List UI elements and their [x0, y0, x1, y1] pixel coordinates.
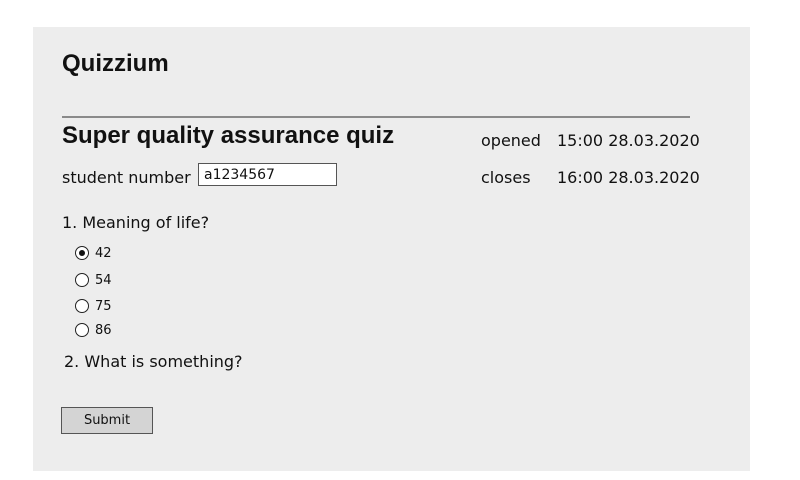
- question-1-option-86[interactable]: 86: [75, 322, 112, 338]
- app-title: Quizzium: [62, 50, 169, 77]
- closes-label: closes: [481, 168, 531, 187]
- opened-value: 15:00 28.03.2020: [557, 131, 700, 150]
- submit-button[interactable]: Submit: [61, 407, 153, 434]
- opened-label: opened: [481, 131, 541, 150]
- closes-value: 16:00 28.03.2020: [557, 168, 700, 187]
- option-label: 42: [95, 245, 112, 261]
- header-divider: [62, 116, 690, 118]
- option-label: 54: [95, 272, 112, 288]
- question-2-text: 2. What is something?: [64, 352, 243, 371]
- student-number-input[interactable]: [198, 163, 337, 186]
- radio-unselected-icon[interactable]: [75, 323, 89, 337]
- question-1-option-54[interactable]: 54: [75, 272, 112, 288]
- option-label: 86: [95, 322, 112, 338]
- radio-unselected-icon[interactable]: [75, 273, 89, 287]
- quiz-title: Super quality assurance quiz: [62, 122, 395, 149]
- radio-selected-icon[interactable]: [75, 246, 89, 260]
- radio-unselected-icon[interactable]: [75, 299, 89, 313]
- question-1-text: 1. Meaning of life?: [62, 213, 210, 232]
- option-label: 75: [95, 298, 112, 314]
- student-number-label: student number: [62, 168, 191, 187]
- quiz-panel: [33, 27, 750, 471]
- question-1-option-75[interactable]: 75: [75, 298, 112, 314]
- question-1-option-42[interactable]: 42: [75, 245, 112, 261]
